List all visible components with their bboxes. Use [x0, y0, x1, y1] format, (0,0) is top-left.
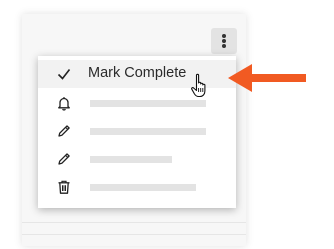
- dot-icon: [222, 44, 226, 48]
- card-divider: [22, 234, 246, 235]
- redacted-label: [90, 156, 172, 163]
- menu-item-edit-secondary[interactable]: [38, 145, 236, 173]
- bell-icon: [58, 97, 70, 111]
- trash-icon: [58, 180, 70, 194]
- redacted-label: [90, 100, 206, 107]
- annotation-arrow: [228, 64, 306, 92]
- redacted-label: [90, 128, 206, 135]
- pencil-icon: [58, 153, 70, 165]
- dot-icon: [222, 34, 226, 38]
- menu-item-delete[interactable]: [38, 173, 236, 201]
- dot-icon: [222, 39, 226, 43]
- menu-item-edit[interactable]: [38, 117, 236, 145]
- pencil-icon: [58, 125, 70, 137]
- more-options-button[interactable]: [211, 28, 237, 54]
- card-divider: [22, 222, 246, 223]
- redacted-label: [90, 184, 196, 191]
- hand-pointer-icon: [191, 73, 206, 98]
- check-icon: [57, 69, 71, 80]
- menu-item-label: Mark Complete: [88, 65, 187, 81]
